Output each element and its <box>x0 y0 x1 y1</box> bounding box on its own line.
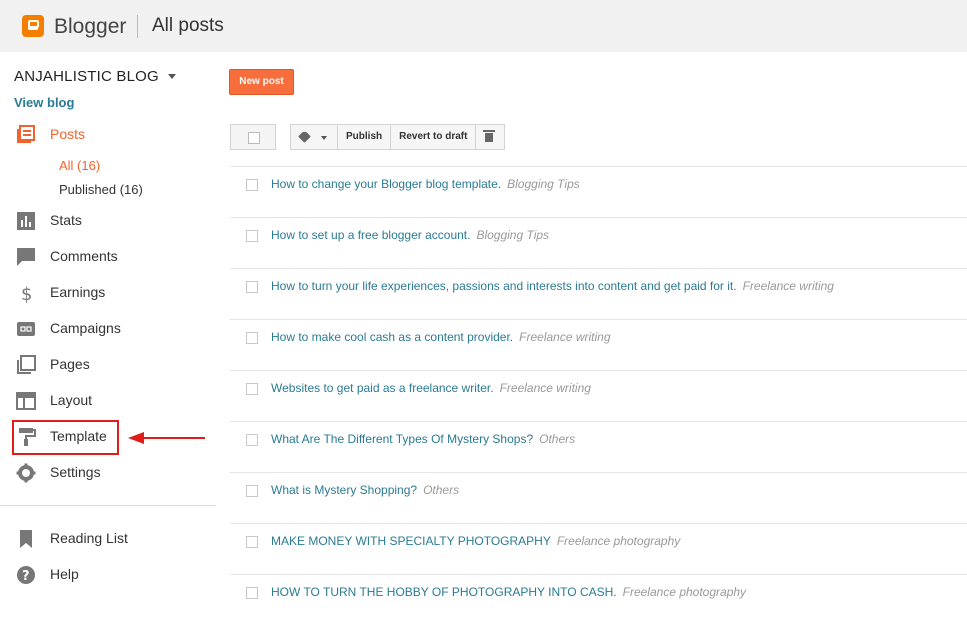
dollar-icon: $ <box>21 284 32 303</box>
sidebar-item-label: Campaigns <box>50 320 121 336</box>
table-row: What Are The Different Types Of Mystery … <box>230 421 967 472</box>
posts-icon <box>17 125 35 143</box>
view-blog-link[interactable]: View blog <box>14 95 74 110</box>
post-title-link[interactable]: How to set up a free blogger account. <box>271 228 470 242</box>
sidebar-item-label: Reading List <box>50 530 128 546</box>
row-checkbox[interactable] <box>246 434 258 446</box>
row-checkbox[interactable] <box>246 383 258 395</box>
sidebar-item-layout[interactable]: Layout <box>0 385 216 417</box>
sidebar-item-reading-list[interactable]: Reading List <box>0 523 216 555</box>
trash-icon <box>483 130 496 142</box>
revert-to-draft-button[interactable]: Revert to draft <box>391 125 477 149</box>
page-title: All posts <box>152 15 224 36</box>
posts-toolbar: Publish Revert to draft <box>290 124 506 150</box>
sidebar-divider <box>0 505 216 506</box>
post-label[interactable]: Blogging Tips <box>476 228 549 242</box>
new-post-button[interactable]: New post <box>229 69 294 95</box>
brand-name[interactable]: Blogger <box>54 15 126 39</box>
table-row: HOW TO TURN THE HOBBY OF PHOTOGRAPHY INT… <box>230 574 967 625</box>
table-row: How to turn your life experiences, passi… <box>230 268 967 319</box>
layout-icon <box>16 392 36 410</box>
sidebar-item-pages[interactable]: Pages <box>0 349 216 381</box>
sidebar-item-earnings[interactable]: $ Earnings <box>0 277 216 309</box>
chevron-down-icon[interactable] <box>168 74 176 79</box>
post-label[interactable]: Freelance writing <box>519 330 610 344</box>
sidebar-item-posts[interactable]: Posts <box>0 119 216 151</box>
sidebar-item-campaigns[interactable]: Campaigns <box>0 313 216 345</box>
table-row: What is Mystery Shopping? Others <box>230 472 967 523</box>
table-row: MAKE MONEY WITH SPECIALTY PHOTOGRAPHY Fre… <box>230 523 967 574</box>
sidebar-item-settings[interactable]: Settings <box>0 457 216 489</box>
post-label[interactable]: Freelance photography <box>623 585 746 599</box>
post-title-link[interactable]: How to change your Blogger blog template… <box>271 177 501 191</box>
sidebar-item-label: Help <box>50 566 79 582</box>
sidebar-item-label: Settings <box>50 464 101 480</box>
post-title-link[interactable]: What Are The Different Types Of Mystery … <box>271 432 533 446</box>
post-title-link[interactable]: HOW TO TURN THE HOBBY OF PHOTOGRAPHY INT… <box>271 585 617 599</box>
post-label[interactable]: Others <box>539 432 575 446</box>
help-icon: ? <box>17 566 35 584</box>
table-row: How to set up a free blogger account. Blo… <box>230 217 967 268</box>
post-title-link[interactable]: MAKE MONEY WITH SPECIALTY PHOTOGRAPHY <box>271 534 551 548</box>
row-checkbox[interactable] <box>246 587 258 599</box>
blogger-logo-icon[interactable] <box>22 15 44 37</box>
row-checkbox[interactable] <box>246 485 258 497</box>
row-checkbox[interactable] <box>246 536 258 548</box>
post-label[interactable]: Freelance photography <box>557 534 680 548</box>
post-label[interactable]: Blogging Tips <box>507 177 580 191</box>
stats-icon <box>17 212 35 230</box>
pages-icon <box>17 355 36 374</box>
sidebar-item-label: Layout <box>50 392 93 408</box>
tag-icon <box>298 130 311 143</box>
select-all-checkbox[interactable] <box>230 124 276 150</box>
sidebar-item-label: Comments <box>50 248 118 264</box>
publish-button[interactable]: Publish <box>338 125 392 149</box>
checkbox-box <box>248 132 260 144</box>
row-checkbox[interactable] <box>246 230 258 242</box>
header-divider <box>137 15 138 38</box>
sidebar-item-stats[interactable]: Stats <box>0 205 216 237</box>
label-dropdown-button[interactable] <box>291 125 338 149</box>
post-title-link[interactable]: What is Mystery Shopping? <box>271 483 417 497</box>
post-title-link[interactable]: Websites to get paid as a freelance writ… <box>271 381 494 395</box>
sidebar-subitem-published[interactable]: Published (16) <box>59 182 143 197</box>
row-checkbox[interactable] <box>246 179 258 191</box>
row-checkbox[interactable] <box>246 332 258 344</box>
sidebar-item-label: Posts <box>50 126 86 142</box>
sidebar-item-label: Pages <box>50 356 90 372</box>
row-checkbox[interactable] <box>246 281 258 293</box>
template-highlight-box <box>12 420 119 455</box>
blog-selector[interactable]: ANJAHLISTIC BLOG <box>14 68 159 85</box>
annotation-arrow <box>143 437 205 439</box>
post-list: How to change your Blogger blog template… <box>230 166 967 625</box>
sidebar: ANJAHLISTIC BLOG View blog Posts All (16… <box>0 52 216 596</box>
sidebar-item-comments[interactable]: Comments <box>0 241 216 273</box>
svg-text:?: ? <box>22 569 30 584</box>
annotation-arrow-head <box>128 432 144 444</box>
post-title-link[interactable]: How to turn your life experiences, passi… <box>271 279 737 293</box>
comments-icon <box>17 248 35 266</box>
table-row: How to change your Blogger blog template… <box>230 166 967 217</box>
post-label[interactable]: Freelance writing <box>500 381 591 395</box>
sidebar-item-label: Earnings <box>50 284 106 300</box>
svg-text:$: $ <box>21 284 32 303</box>
post-label[interactable]: Freelance writing <box>743 279 834 293</box>
post-label[interactable]: Others <box>423 483 459 497</box>
top-bar: Blogger All posts <box>0 0 967 52</box>
bookmark-icon <box>20 530 32 548</box>
sidebar-item-label: Stats <box>50 212 82 228</box>
caret-down-icon <box>321 136 327 140</box>
sidebar-item-help[interactable]: ? Help <box>0 559 216 591</box>
table-row: Websites to get paid as a freelance writ… <box>230 370 967 421</box>
post-title-link[interactable]: How to make cool cash as a content provi… <box>271 330 513 344</box>
ad-icon <box>17 322 35 336</box>
gear-icon <box>16 463 36 483</box>
table-row: How to make cool cash as a content provi… <box>230 319 967 370</box>
sidebar-subitem-all[interactable]: All (16) <box>59 158 100 173</box>
delete-button[interactable] <box>476 125 504 149</box>
